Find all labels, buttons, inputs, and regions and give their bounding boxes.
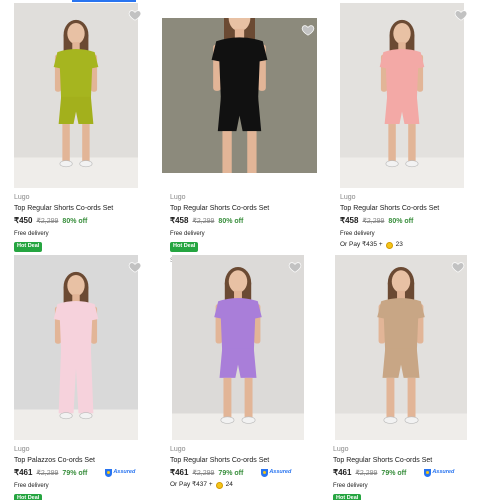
brand-name: Lugo — [333, 446, 349, 453]
product-title[interactable]: Top Palazzos Co-ords Set — [14, 457, 135, 464]
wishlist-heart-icon[interactable] — [288, 260, 302, 274]
product-card[interactable]: Lugo Top Regular Shorts Co-ords Set ₹461 ₹2… — [333, 0, 480, 500]
supercoin-offer: Or Pay ₹437 +24 — [170, 481, 233, 489]
hot-deal-badge: Hot Deal — [333, 494, 362, 500]
selling-price: ₹461 — [333, 468, 352, 477]
original-price: ₹2,299 — [36, 469, 59, 477]
assured-badge: Assured — [261, 469, 291, 477]
product-image[interactable] — [14, 255, 138, 440]
discount-percent: 79% off — [381, 469, 407, 477]
brand-name: Lugo — [14, 446, 30, 453]
original-price: ₹2,299 — [192, 469, 215, 477]
product-photo[interactable] — [335, 255, 467, 440]
supercoin-icon — [215, 482, 223, 489]
selling-price: ₹461 — [14, 468, 33, 477]
discount-percent: 79% off — [218, 469, 244, 477]
price-row: ₹461 ₹2,299 79% off Assured — [333, 469, 454, 477]
product-card[interactable]: Lugo Top Regular Shorts Co-ords Set ₹461 ₹2… — [170, 0, 322, 500]
product-info[interactable]: Lugo Top Regular Shorts Co-ords Set ₹461 ₹2… — [170, 446, 291, 489]
wishlist-heart-icon[interactable] — [451, 260, 465, 274]
assured-shield-icon — [105, 469, 113, 477]
product-photo[interactable] — [14, 255, 138, 440]
product-card[interactable]: Lugo Top Palazzos Co-ords Set ₹461 ₹2,299 79… — [14, 0, 164, 500]
assured-shield-icon — [424, 469, 432, 477]
brand-name: Lugo — [170, 446, 186, 453]
hot-deal-badge: Hot Deal — [14, 494, 43, 500]
selling-price: ₹461 — [170, 468, 189, 477]
product-info[interactable]: Lugo Top Palazzos Co-ords Set ₹461 ₹2,299 79… — [14, 446, 135, 500]
price-row: ₹461 ₹2,299 79% off Assured — [170, 469, 291, 477]
discount-percent: 79% off — [62, 469, 88, 477]
assured-badge: Assured — [424, 469, 454, 477]
wishlist-heart-icon[interactable] — [128, 260, 142, 274]
product-photo[interactable] — [172, 255, 304, 440]
product-title[interactable]: Top Regular Shorts Co-ords Set — [170, 457, 291, 464]
price-row: ₹461 ₹2,299 79% off Assured — [14, 469, 135, 477]
product-info[interactable]: Lugo Top Regular Shorts Co-ords Set ₹461 ₹2… — [333, 446, 454, 500]
product-image[interactable] — [172, 255, 304, 440]
assured-badge: Assured — [105, 469, 135, 477]
product-image[interactable] — [335, 255, 467, 440]
original-price: ₹2,299 — [355, 469, 378, 477]
product-title[interactable]: Top Regular Shorts Co-ords Set — [333, 457, 454, 464]
assured-shield-icon — [261, 469, 269, 477]
